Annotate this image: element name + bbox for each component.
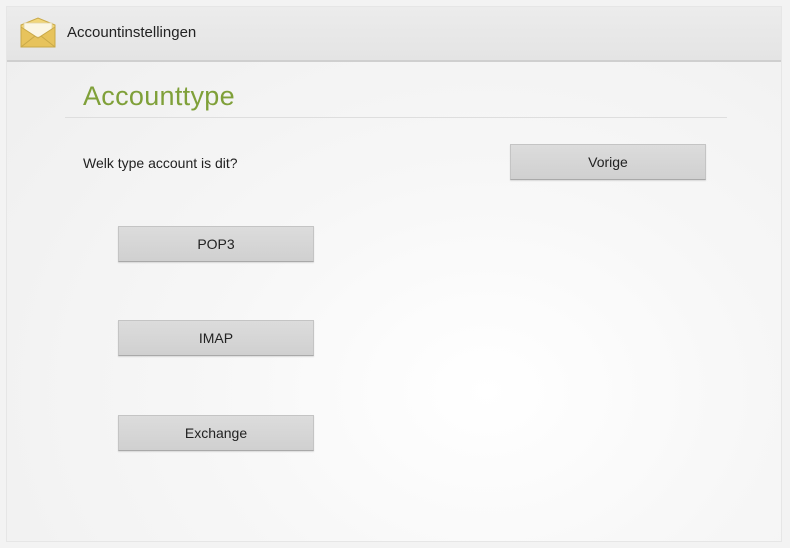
section-title: Accounttype [83, 81, 235, 111]
screen: Accountinstellingen Accounttype Welk typ… [6, 6, 782, 542]
app-title: Accountinstellingen [67, 24, 197, 41]
email-app-icon[interactable] [18, 17, 58, 51]
title-divider [65, 117, 727, 118]
back-button[interactable]: Vorige [510, 144, 706, 180]
imap-button[interactable]: IMAP [118, 320, 314, 356]
account-type-question: Welk type account is dit? [83, 155, 238, 171]
action-bar: Accountinstellingen [7, 7, 781, 62]
exchange-button[interactable]: Exchange [118, 415, 314, 451]
pop3-button[interactable]: POP3 [118, 226, 314, 262]
